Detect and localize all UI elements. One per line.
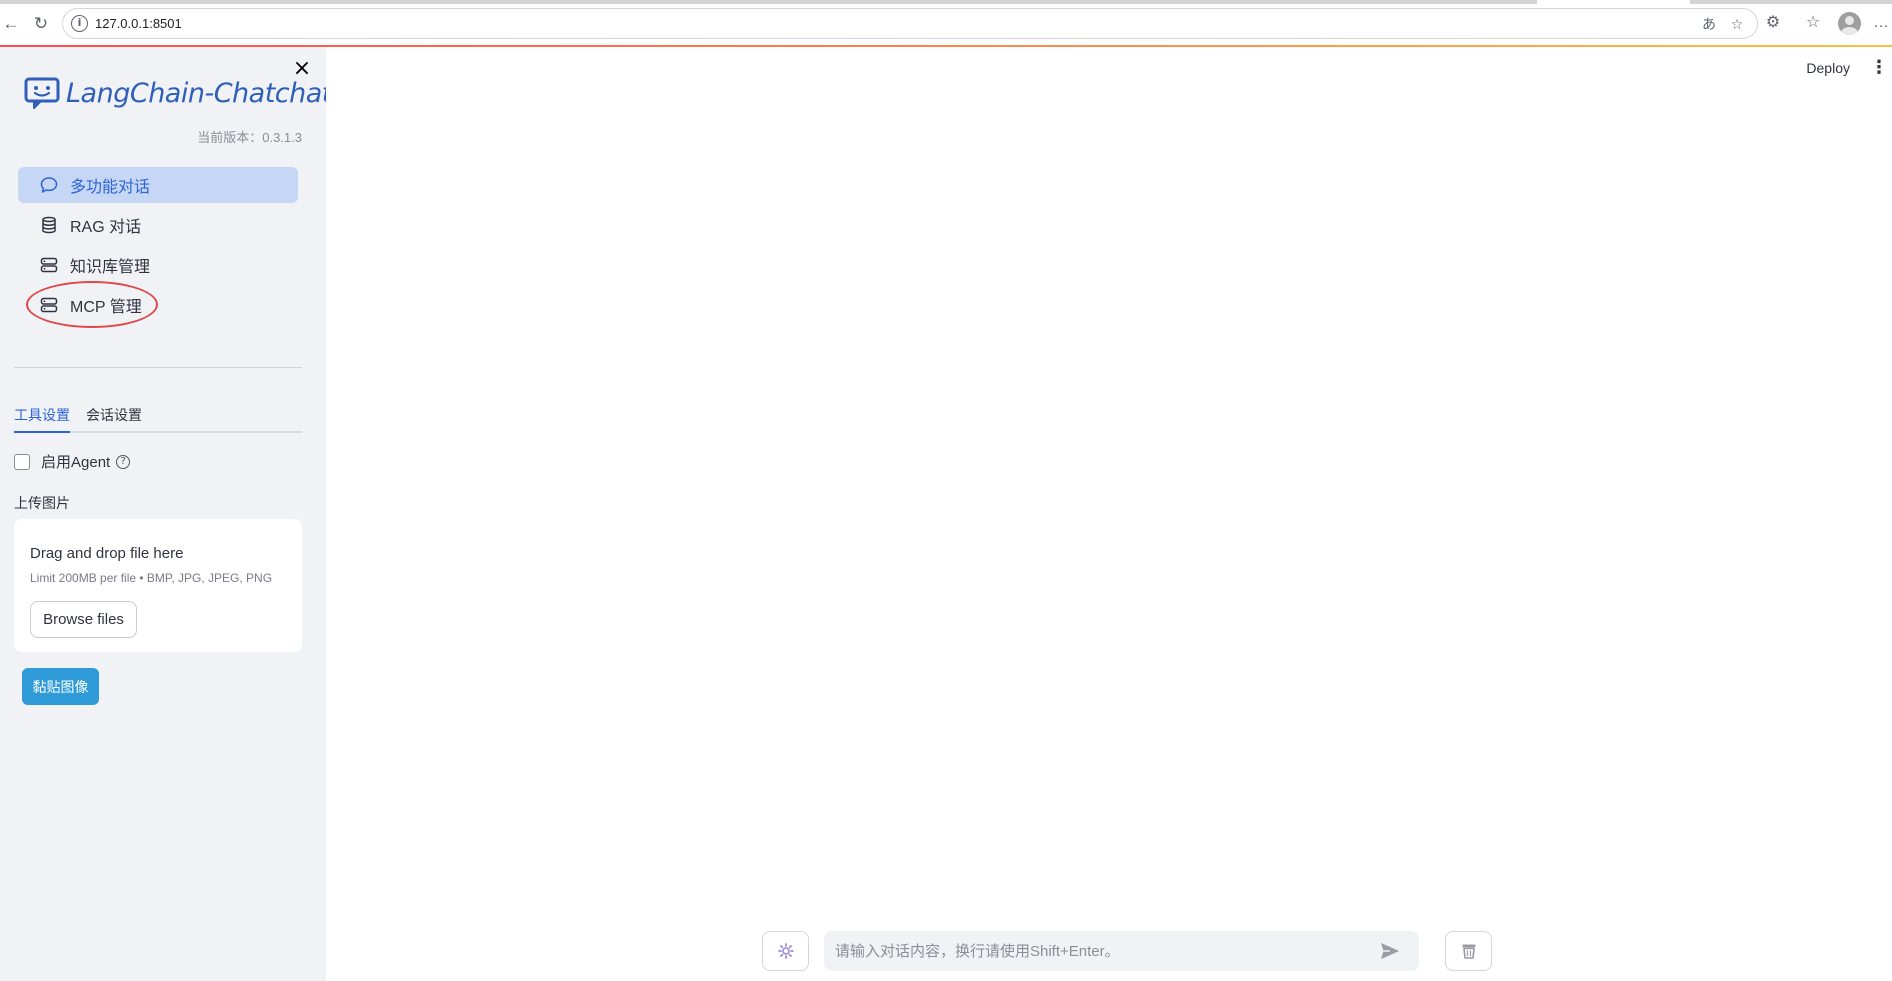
menu-item-multi-chat[interactable]: 多功能对话 <box>18 167 298 203</box>
refresh-icon[interactable]: ↻ <box>30 12 52 34</box>
main-content: Deploy ⋮ <box>326 47 1892 981</box>
browser-tab-strip-right <box>1690 0 1892 4</box>
agent-toggle-row: 启用Agent ? <box>14 451 131 472</box>
tab-session-settings[interactable]: 会话设置 <box>86 395 142 433</box>
database-icon <box>42 216 56 234</box>
menu-item-label: 多功能对话 <box>70 179 151 196</box>
nav-menu: 多功能对话 RAG 对话 知识库管理 MCP 管理 <box>18 167 298 328</box>
version-label: 当前版本：0.3.1.3 <box>197 130 302 145</box>
sidebar-divider <box>14 367 302 368</box>
browse-files-button[interactable]: Browse files <box>30 601 137 638</box>
paste-image-button[interactable]: 黏贴图像 <box>22 668 99 705</box>
menu-item-label: RAG 对话 <box>70 219 142 236</box>
settings-tabs: 工具设置 会话设置 <box>14 395 302 433</box>
enable-agent-checkbox[interactable] <box>14 453 30 470</box>
help-question-icon[interactable]: ? <box>116 454 131 469</box>
logo-text: LangChain-Chatchat <box>66 77 332 109</box>
address-url: 127.0.0.1:8501 <box>95 16 182 31</box>
settings-button[interactable] <box>762 931 809 971</box>
clear-chat-button[interactable] <box>1445 931 1492 971</box>
browser-toolbar: ← ↻ i 127.0.0.1:8501 あ ☆ ⚙ ☆ … <box>0 0 1892 46</box>
chat-input[interactable] <box>824 931 1419 971</box>
favorite-star-icon[interactable]: ☆ <box>1727 15 1747 33</box>
deploy-button[interactable]: Deploy <box>1806 60 1850 76</box>
translate-icon[interactable]: あ <box>1699 15 1719 33</box>
menu-item-label: MCP 管理 <box>70 299 142 316</box>
app-logo: LangChain-Chatchat <box>24 71 332 115</box>
back-arrow-icon[interactable]: ← <box>0 12 22 34</box>
profile-avatar-icon[interactable] <box>1838 12 1861 35</box>
chat-bubble-icon <box>40 177 58 193</box>
menu-item-knowledge-base[interactable]: 知识库管理 <box>18 247 298 283</box>
server-icon <box>40 257 58 273</box>
send-icon[interactable] <box>1379 941 1401 961</box>
dropzone-limit: Limit 200MB per file • BMP, JPG, JPEG, P… <box>30 571 273 585</box>
tab-tool-settings[interactable]: 工具设置 <box>14 395 70 433</box>
enable-agent-label: 启用Agent <box>41 454 111 471</box>
menu-item-rag-chat[interactable]: RAG 对话 <box>18 207 298 243</box>
menu-item-label: 知识库管理 <box>70 259 151 276</box>
server-icon <box>40 297 58 313</box>
main-menu-icon[interactable]: ⋮ <box>1870 57 1888 79</box>
sidebar: × LangChain-Chatchat 当前版本：0.3.1.3 多功能对话 <box>0 47 332 981</box>
trash-icon <box>1462 944 1475 959</box>
chat-input-bar <box>762 931 1492 971</box>
chat-robot-logo-icon <box>24 77 60 109</box>
browser-menu-icon[interactable]: … <box>1870 12 1892 34</box>
browser-tab-strip <box>0 0 1537 4</box>
favorites-list-icon[interactable]: ☆ <box>1802 12 1824 34</box>
site-info-icon[interactable]: i <box>71 15 88 32</box>
extensions-icon[interactable]: ⚙ <box>1762 12 1784 34</box>
upload-image-label: 上传图片 <box>14 495 70 511</box>
address-bar[interactable]: i 127.0.0.1:8501 あ ☆ <box>62 8 1758 39</box>
menu-item-mcp-management[interactable]: MCP 管理 <box>18 281 298 328</box>
file-dropzone[interactable]: Drag and drop file here Limit 200MB per … <box>14 519 302 652</box>
gear-icon <box>777 943 794 959</box>
dropzone-title: Drag and drop file here <box>30 545 184 562</box>
